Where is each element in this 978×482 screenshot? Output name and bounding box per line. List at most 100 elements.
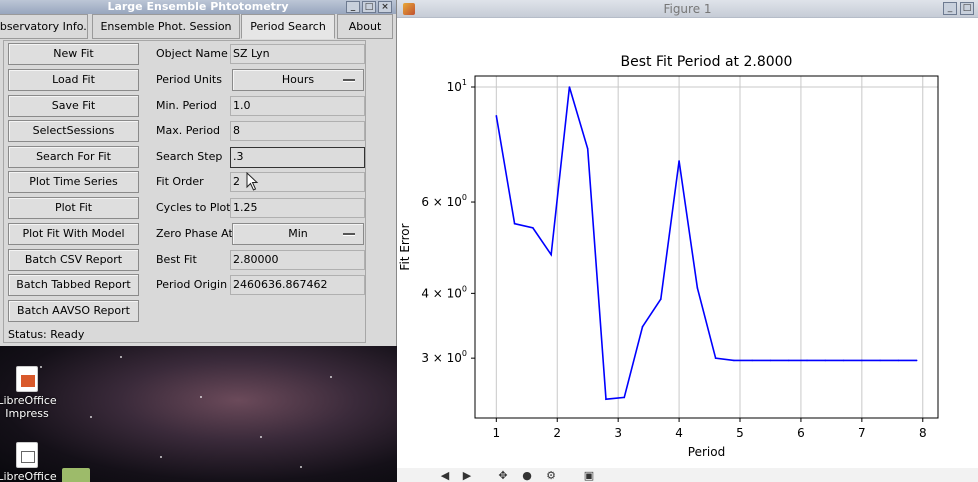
data-point	[714, 357, 717, 359]
app-title: Large Ensemble Phtotometry	[107, 0, 289, 13]
data-point	[532, 227, 534, 229]
minimize-icon[interactable]: _	[346, 1, 360, 13]
fit-order-label: Fit Order	[156, 175, 204, 188]
desktop-background: LibreOffice Impress LibreOffice	[0, 346, 397, 482]
figure-toolbar: ◀ ▶ ✥ ● ⚙ ▣	[397, 468, 978, 482]
load-fit-button[interactable]: Load Fit	[8, 69, 139, 91]
back-icon[interactable]: ◀	[439, 470, 451, 482]
desktop-icon-label: LibreOffice Impress	[0, 394, 57, 420]
search-for-fit-button[interactable]: Search For Fit	[8, 146, 139, 168]
object-name-label: Object Name	[156, 47, 228, 60]
data-point	[842, 359, 845, 362]
batch-csv-report-button[interactable]: Batch CSV Report	[8, 249, 139, 271]
data-point	[787, 359, 790, 362]
max-period-field[interactable]: 8	[230, 121, 365, 141]
fit-error-series-line	[495, 86, 917, 401]
x-axis-label: Period	[688, 445, 725, 459]
period-units-dropdown[interactable]: Hours	[232, 69, 364, 91]
pan-icon[interactable]: ✥	[497, 470, 509, 482]
data-point	[824, 359, 827, 362]
save-fit-button[interactable]: Save Fit	[8, 95, 139, 117]
data-point	[513, 222, 516, 225]
close-icon[interactable]: ×	[378, 1, 392, 13]
maximize-icon[interactable]: □	[362, 1, 376, 13]
presentation-file-icon	[16, 366, 38, 392]
configure-subplots-icon[interactable]: ⚙	[545, 470, 557, 482]
min-period-field[interactable]: 1.0	[230, 96, 365, 116]
data-point	[678, 160, 680, 162]
data-point	[733, 359, 735, 362]
best-fit-label: Best Fit	[156, 253, 197, 266]
zoom-icon[interactable]: ●	[521, 470, 533, 482]
batch-aavso-report-button[interactable]: Batch AAVSO Report	[8, 300, 139, 322]
batch-tabbed-report-button[interactable]: Batch Tabbed Report	[8, 274, 139, 296]
data-point	[915, 359, 918, 362]
period-units-label: Period Units	[156, 73, 222, 86]
maximize-icon[interactable]: □	[960, 2, 974, 15]
cycles-to-plot-label: Cycles to Plot	[156, 201, 231, 214]
search-step-field[interactable]: .3	[230, 147, 365, 168]
tab-about[interactable]: About	[337, 14, 393, 39]
chart-title: Best Fit Period at 2.8000	[621, 54, 793, 70]
tab-period-search[interactable]: Period Search	[241, 14, 335, 39]
data-point	[495, 114, 498, 117]
period-origin-field[interactable]: 2460636.867462	[230, 275, 365, 295]
dropdown-indicator-icon	[343, 233, 355, 235]
x-tick-label: 6	[797, 426, 805, 440]
plot-fit-with-model-button[interactable]: Plot Fit With Model	[8, 223, 139, 245]
status-text: Status: Ready	[8, 328, 85, 341]
x-tick-label: 3	[614, 426, 622, 440]
max-period-label: Max. Period	[156, 124, 221, 137]
plot-fit-button[interactable]: Plot Fit	[8, 197, 139, 219]
desktop-icon-label: LibreOffice	[0, 470, 57, 482]
plot-area-frame	[474, 75, 939, 419]
search-step-label: Search Step	[156, 150, 223, 163]
fit-error-chart: 1 2 3 4 5 6 7 8 101 6 × 100 4 × 100 3 × 100 Best Fi…	[398, 54, 939, 459]
cycles-to-plot-field[interactable]: 1.25	[230, 198, 365, 218]
data-point	[568, 86, 571, 88]
y-tick-label: 3 × 100	[421, 349, 467, 365]
x-tick-label: 8	[919, 426, 927, 440]
data-point	[641, 325, 644, 328]
best-fit-field[interactable]: 2.80000	[230, 250, 365, 270]
data-point	[751, 359, 753, 362]
period-origin-label: Period Origin	[156, 278, 228, 291]
x-tick-label: 2	[553, 426, 561, 440]
tab-observatory-info[interactable]: Observatory Info.	[0, 14, 88, 39]
save-figure-icon[interactable]: ▣	[583, 470, 595, 482]
zero-phase-at-label: Zero Phase At	[156, 227, 233, 240]
forward-icon[interactable]: ▶	[461, 470, 473, 482]
figure-window: Figure 1 _ □ 1 2 3 4 5 6 7 8 101 6 × 100 4 × 100 3 …	[397, 0, 978, 482]
data-point	[879, 359, 881, 362]
data-point	[586, 147, 589, 150]
data-point	[550, 253, 552, 256]
data-point	[861, 359, 863, 362]
data-point	[605, 398, 607, 401]
plot-time-series-button[interactable]: Plot Time Series	[8, 171, 139, 193]
new-fit-button[interactable]: New Fit	[8, 43, 139, 65]
tab-bar: Observatory Info. Ensemble Phot. Session…	[0, 14, 397, 40]
mouse-cursor-icon	[246, 172, 259, 191]
figure-window-title: Figure 1	[663, 2, 712, 16]
y-tick-label: 6 × 100	[421, 193, 467, 209]
x-tick-label: 7	[858, 426, 866, 440]
y-axis-label: Fit Error	[398, 223, 412, 270]
app-titlebar[interactable]: Large Ensemble Phtotometry _ □ ×	[0, 0, 396, 14]
data-point	[660, 298, 662, 300]
formula-file-icon	[16, 442, 38, 468]
select-sessions-button[interactable]: SelectSessions	[8, 120, 139, 142]
tab-ensemble-phot-session[interactable]: Ensemble Phot. Session	[92, 14, 240, 39]
data-point	[897, 359, 900, 362]
minimize-icon[interactable]: _	[943, 2, 957, 15]
data-point	[623, 396, 626, 399]
libreoffice-impress-desktop-icon[interactable]: LibreOffice Impress	[0, 366, 62, 420]
data-point	[696, 287, 699, 289]
data-point	[769, 359, 772, 362]
zero-phase-at-dropdown[interactable]: Min	[232, 223, 364, 245]
zero-phase-at-value: Min	[288, 227, 308, 240]
figure-titlebar[interactable]: Figure 1 _ □	[397, 0, 978, 18]
libreoffice-desktop-icon[interactable]: LibreOffice	[0, 442, 62, 482]
object-name-field[interactable]: SZ Lyn	[230, 44, 365, 64]
x-tick-label: 4	[675, 426, 683, 440]
folder-icon[interactable]	[62, 468, 90, 482]
